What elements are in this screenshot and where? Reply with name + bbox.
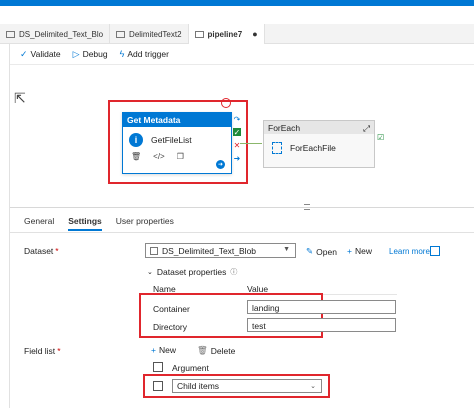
- table-icon: [6, 30, 15, 38]
- properties-tabs: General Settings User properties: [24, 216, 188, 231]
- dataset-icon: [150, 246, 158, 255]
- foreach-icon: [272, 142, 282, 154]
- dataset-select[interactable]: DS_Delimited_Text_Blob ▼: [145, 243, 296, 258]
- delete-icon[interactable]: 🗑: [131, 152, 141, 161]
- copy-icon[interactable]: ❐: [177, 152, 184, 161]
- select-all-checkbox[interactable]: [153, 362, 163, 372]
- field-select[interactable]: Child items ⌄: [172, 379, 322, 393]
- document-tabs: DS_Delimited_Text_Blo DelimitedText2 pip…: [0, 24, 474, 44]
- edit-icon: ✎: [306, 246, 314, 256]
- tab-general[interactable]: General: [24, 216, 54, 231]
- chevron-down-icon: ⌄: [310, 383, 316, 390]
- open-button[interactable]: ✎ Open: [306, 246, 337, 257]
- validate-button[interactable]: ✓ Validate: [20, 49, 61, 60]
- expand-icon[interactable]: ⤢: [363, 123, 370, 133]
- skip-icon[interactable]: ↷: [233, 115, 241, 124]
- top-accent-bar: [0, 0, 474, 6]
- chevron-down-icon: ⌄: [147, 269, 153, 276]
- check-icon: ✓: [20, 48, 28, 59]
- table-icon: [116, 30, 126, 38]
- delete-icon: 🗑: [197, 345, 208, 355]
- pipeline-icon: [194, 30, 204, 38]
- tab-user-properties[interactable]: User properties: [116, 216, 174, 231]
- plus-icon: +: [347, 246, 352, 256]
- success-output-icon[interactable]: ☑: [377, 133, 384, 142]
- pipeline-toolbar: ✓ Validate ▷ Debug ϟ Add trigger: [20, 46, 181, 62]
- splitter-handle-icon[interactable]: [304, 204, 310, 210]
- get-metadata-activity[interactable]: Get Metadata i GetFileList 🗑 </> ❐ ➜: [122, 112, 232, 174]
- left-collapsed-pane: [0, 44, 10, 408]
- delete-field-button[interactable]: 🗑 Delete: [197, 345, 235, 356]
- arrow-right-icon[interactable]: ➜: [216, 160, 225, 169]
- mouse-cursor-icon: ⇱: [14, 90, 26, 106]
- new-dataset-button[interactable]: + New: [347, 246, 372, 256]
- completion-output-icon[interactable]: ➜: [233, 154, 241, 163]
- info-icon: i: [129, 133, 143, 147]
- plus-icon: +: [151, 345, 156, 355]
- panel-splitter[interactable]: [10, 207, 474, 208]
- directory-label: Directory: [153, 322, 188, 332]
- activity-name: GetFileList: [151, 135, 192, 145]
- dataset-properties-toggle[interactable]: ⌄ Dataset properties ⓘ: [147, 267, 237, 277]
- dataset-label: Dataset *: [24, 246, 59, 256]
- play-icon: ▷: [72, 48, 80, 59]
- new-field-button[interactable]: + New: [151, 345, 176, 355]
- container-label: Container: [153, 304, 190, 314]
- activity-name: ForEachFile: [290, 143, 336, 153]
- external-link-icon[interactable]: [430, 246, 440, 256]
- tabs-divider: [10, 232, 474, 233]
- field-list-label: Field list *: [24, 346, 61, 356]
- tab-pipeline7[interactable]: pipeline7 ●: [188, 24, 265, 44]
- success-connector: [240, 143, 262, 144]
- success-output-icon[interactable]: ✓: [233, 128, 241, 137]
- row-checkbox[interactable]: [153, 381, 163, 391]
- debug-button[interactable]: ▷ Debug: [73, 49, 108, 60]
- argument-column-header: Argument: [172, 363, 209, 373]
- tab-ds-delimited-text-blob[interactable]: DS_Delimited_Text_Blo: [0, 24, 111, 44]
- highlight-circle: [221, 98, 231, 108]
- unsaved-dot-icon: ●: [252, 29, 258, 39]
- activity-header: ForEach: [268, 123, 301, 133]
- add-trigger-button[interactable]: ϟ Add trigger: [120, 49, 169, 59]
- learn-more-link[interactable]: Learn more: [389, 247, 430, 256]
- chevron-down-icon: ▼: [283, 246, 290, 253]
- tab-settings[interactable]: Settings: [68, 216, 102, 231]
- foreach-activity[interactable]: ForEach ⤢ ForEachFile: [263, 120, 375, 168]
- canvas-top-border: [10, 64, 474, 65]
- directory-input[interactable]: test: [247, 318, 396, 332]
- tab-delimitedtext2[interactable]: DelimitedText2: [110, 24, 189, 44]
- trigger-icon: ϟ: [119, 49, 125, 59]
- code-icon[interactable]: </>: [153, 152, 165, 161]
- info-icon: ⓘ: [230, 269, 238, 276]
- container-input[interactable]: landing: [247, 300, 396, 314]
- activity-header: Get Metadata: [123, 113, 231, 127]
